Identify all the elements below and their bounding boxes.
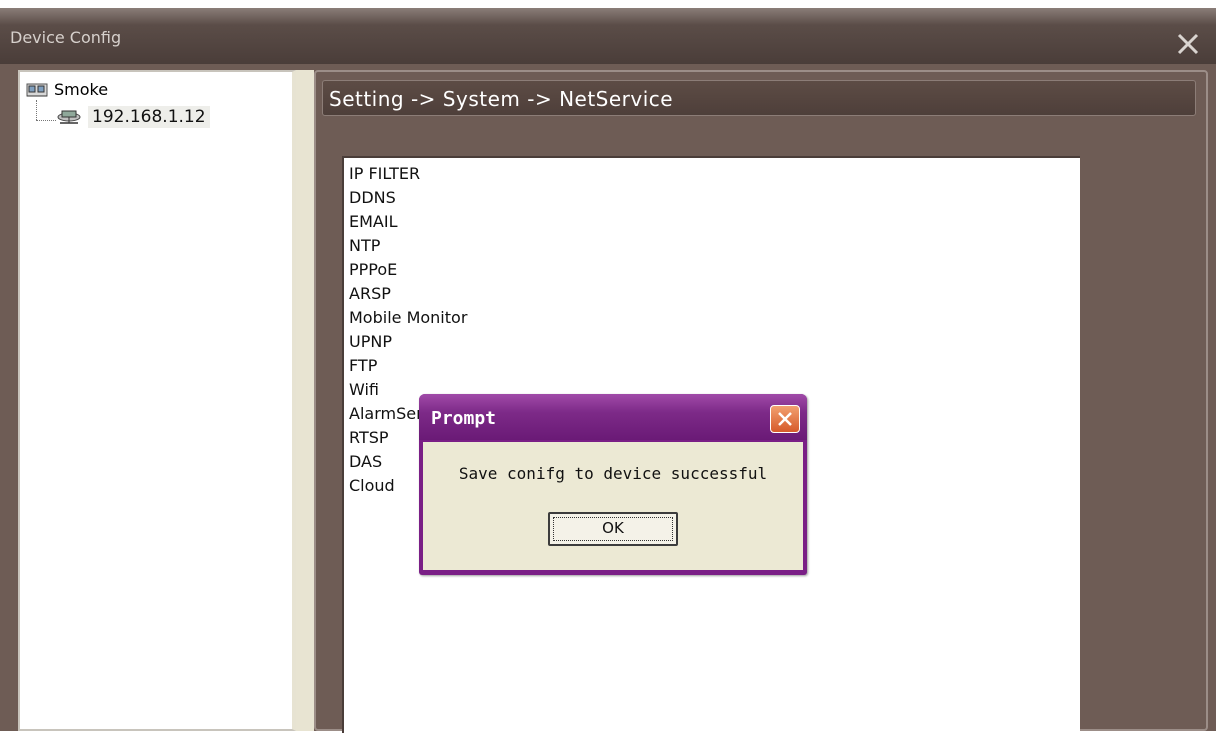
list-item[interactable]: RTSP (349, 428, 389, 448)
list-item[interactable]: IP FILTER (349, 164, 420, 184)
panel-splitter[interactable] (296, 70, 314, 731)
close-icon[interactable] (1174, 30, 1202, 58)
device-group-icon (26, 83, 48, 96)
list-item[interactable]: NTP (349, 236, 380, 256)
ok-button[interactable]: OK (548, 512, 678, 546)
list-item[interactable]: UPNP (349, 332, 392, 352)
window-title: Device Config (10, 28, 122, 47)
list-item[interactable]: DAS (349, 452, 382, 472)
dialog-title-bar[interactable]: Prompt (419, 394, 807, 440)
close-icon (778, 412, 792, 426)
prompt-dialog: Prompt Save conifg to device successful … (419, 394, 807, 575)
list-item[interactable]: DDNS (349, 188, 396, 208)
list-item[interactable]: ARSP (349, 284, 391, 304)
tree-root-label: Smoke (54, 80, 109, 99)
dialog-close-button[interactable] (770, 405, 800, 433)
tree-child-label: 192.168.1.12 (88, 106, 210, 128)
list-item[interactable]: FTP (349, 356, 377, 376)
network-device-icon (57, 110, 81, 124)
list-item[interactable]: Wifi (349, 380, 379, 400)
list-item[interactable]: Cloud (349, 476, 395, 496)
device-tree-panel: Smoke 192.168.1.12 (18, 70, 296, 731)
dialog-message: Save conifg to device successful (458, 464, 768, 483)
tree-connector (36, 120, 56, 121)
device-config-window: Device Config Smoke 192.168.1.12 Setting… (0, 8, 1216, 733)
ok-button-label: OK (602, 519, 624, 537)
dialog-body: Save conifg to device successful OK (423, 442, 803, 570)
list-item[interactable]: Mobile Monitor (349, 308, 467, 328)
list-item[interactable]: PPPoE (349, 260, 397, 280)
dialog-title: Prompt (431, 408, 497, 429)
tree-connector (36, 100, 37, 120)
tree-node-device[interactable]: 192.168.1.12 (56, 106, 210, 128)
title-bar: Device Config (0, 8, 1216, 64)
list-item[interactable]: EMAIL (349, 212, 398, 232)
breadcrumb: Setting -> System -> NetService (329, 87, 674, 111)
breadcrumb-bar: Setting -> System -> NetService (322, 80, 1196, 116)
tree-node-smoke[interactable]: Smoke (26, 80, 108, 99)
